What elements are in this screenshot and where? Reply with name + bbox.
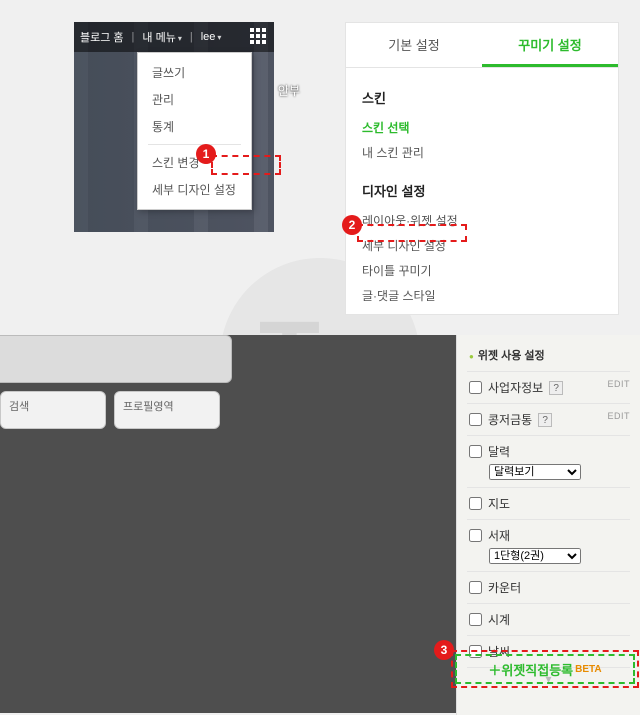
calendar-label: 달력 xyxy=(488,443,510,460)
counter-label: 카운터 xyxy=(488,579,521,596)
widget-item-counter: 카운터 xyxy=(467,571,630,603)
widget-item-clock: 시계 xyxy=(467,603,630,635)
blog-header-screenshot: 블로그 홈 | 내 메뉴▾ | lee▾ 안부 글쓰기 관리 통계 스킨 변경 … xyxy=(74,22,274,232)
map-checkbox[interactable] xyxy=(469,497,482,510)
blog-home-link[interactable]: 블로그 홈 xyxy=(80,29,124,45)
layout-widget-link[interactable]: 레이아웃·위젯 설정 xyxy=(362,208,602,233)
user-menu[interactable]: lee▾ xyxy=(201,31,222,43)
help-icon[interactable]: ? xyxy=(549,381,563,395)
skin-heading: 스킨 xyxy=(362,88,602,107)
tab-basic[interactable]: 기본 설정 xyxy=(346,23,482,67)
bookshelf-checkbox[interactable] xyxy=(469,529,482,542)
my-skin-link[interactable]: 내 스킨 관리 xyxy=(362,140,602,165)
biz-edit[interactable]: EDIT xyxy=(607,379,630,389)
post-style-link[interactable]: 글·댓글 스타일 xyxy=(362,283,602,308)
widget-item-bookshelf: 서재 1단형(2권) xyxy=(467,519,630,571)
weather-checkbox[interactable] xyxy=(469,645,482,658)
widget-item-calendar: 달력 달력보기 xyxy=(467,435,630,487)
detail-design-link[interactable]: 세부 디자인 설정 xyxy=(362,233,602,258)
widget-item-biz: 사업자정보 ? EDIT xyxy=(467,371,630,403)
apps-grid-icon[interactable] xyxy=(250,28,268,46)
clock-label: 시계 xyxy=(488,611,510,628)
settings-panel: 기본 설정 꾸미기 설정 스킨 스킨 선택 내 스킨 관리 디자인 설정 레이아… xyxy=(345,22,619,315)
skin-select-link[interactable]: 스킨 선택 xyxy=(362,115,602,140)
menu-write[interactable]: 글쓰기 xyxy=(138,59,251,86)
caret-down-icon: ▾ xyxy=(217,33,221,42)
weather-label: 날씨 xyxy=(488,643,510,660)
menu-detail-design[interactable]: 세부 디자인 설정 xyxy=(138,176,251,203)
badge-3: 3 xyxy=(434,640,454,660)
piggy-label: 콩저금통 xyxy=(488,411,532,428)
design-heading: 디자인 설정 xyxy=(362,181,602,200)
widget-drop-handle[interactable]: ▾ xyxy=(467,667,630,690)
calendar-select[interactable]: 달력보기 xyxy=(489,464,581,480)
piggy-edit[interactable]: EDIT xyxy=(607,411,630,421)
counter-checkbox[interactable] xyxy=(469,581,482,594)
layout-preview: 검색 프로필영역 xyxy=(0,335,456,713)
badge-1: 1 xyxy=(196,144,216,164)
biz-checkbox[interactable] xyxy=(469,381,482,394)
side-label: 안부 xyxy=(278,82,300,99)
profile-widget-chip[interactable]: 프로필영역 xyxy=(114,391,220,429)
clock-checkbox[interactable] xyxy=(469,613,482,626)
widget-sidebar-title: 위젯 사용 설정 xyxy=(469,347,630,363)
tab-decorate[interactable]: 꾸미기 설정 xyxy=(482,23,618,67)
widget-item-piggy: 콩저금통 ? EDIT xyxy=(467,403,630,435)
help-icon[interactable]: ? xyxy=(538,413,552,427)
bookshelf-select[interactable]: 1단형(2권) xyxy=(489,548,581,564)
biz-label: 사업자정보 xyxy=(488,379,543,396)
preview-canvas xyxy=(0,335,232,383)
map-label: 지도 xyxy=(488,495,510,512)
my-menu-button[interactable]: 내 메뉴▾ xyxy=(142,29,181,45)
bookshelf-label: 서재 xyxy=(488,527,510,544)
widget-item-map: 지도 xyxy=(467,487,630,519)
menu-skin-change[interactable]: 스킨 변경 xyxy=(138,149,251,176)
menu-manage[interactable]: 관리 xyxy=(138,86,251,113)
widget-item-weather: 날씨 xyxy=(467,635,630,667)
blog-top-bar: 블로그 홈 | 내 메뉴▾ | lee▾ xyxy=(74,22,274,52)
settings-tabs: 기본 설정 꾸미기 설정 xyxy=(346,23,618,68)
caret-down-icon: ▾ xyxy=(178,34,182,43)
search-widget-chip[interactable]: 검색 xyxy=(0,391,106,429)
menu-stats[interactable]: 통계 xyxy=(138,113,251,140)
title-deco-link[interactable]: 타이틀 꾸미기 xyxy=(362,258,602,283)
piggy-checkbox[interactable] xyxy=(469,413,482,426)
badge-2: 2 xyxy=(342,215,362,235)
calendar-checkbox[interactable] xyxy=(469,445,482,458)
my-menu-dropdown: 글쓰기 관리 통계 스킨 변경 세부 디자인 설정 xyxy=(137,52,252,210)
widget-sidebar: 위젯 사용 설정 사업자정보 ? EDIT 콩저금통 ? EDIT 달력 달력보… xyxy=(456,335,640,715)
